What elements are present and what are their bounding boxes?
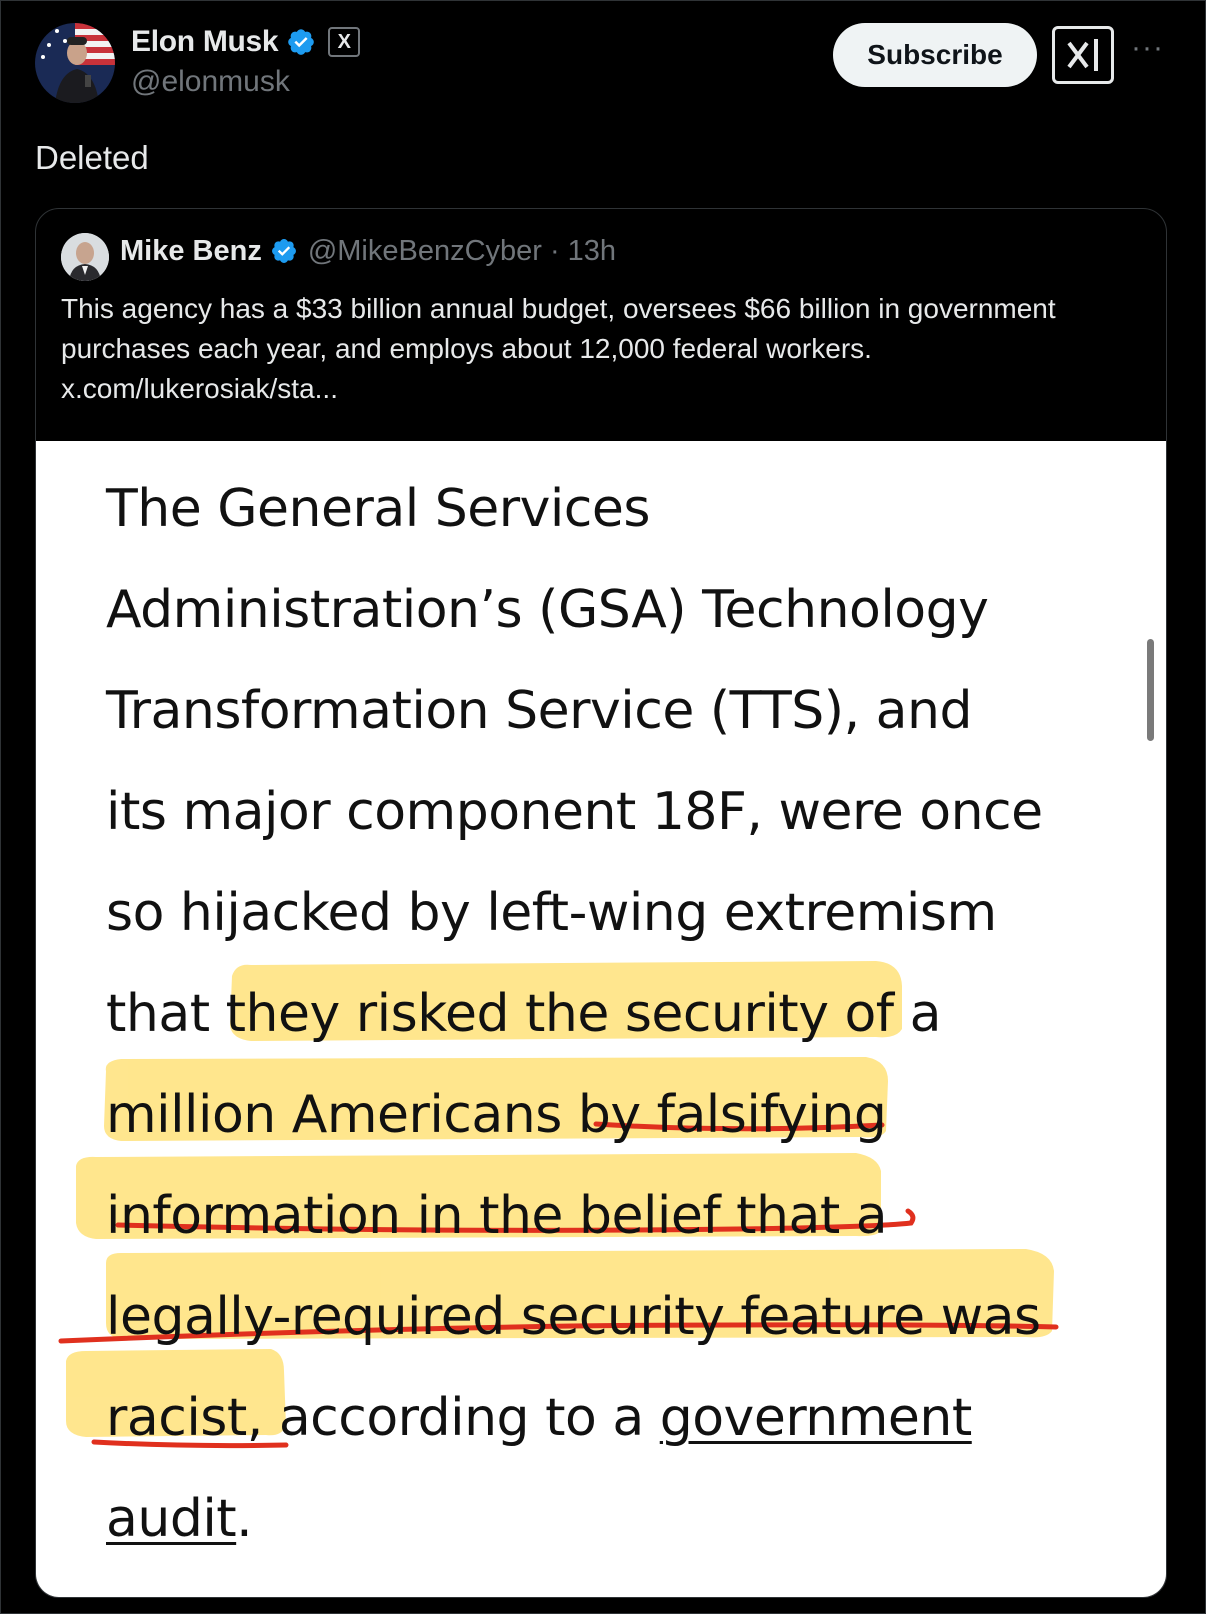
- article-line: million Americans by falsifying: [106, 1085, 887, 1145]
- article-line-prefix: racist, according to a: [106, 1388, 660, 1448]
- article-end-punct: .: [236, 1489, 253, 1549]
- article-line: information in the belief that a: [106, 1186, 888, 1246]
- quote-author-name[interactable]: Mike Benz: [120, 235, 262, 268]
- government-audit-link[interactable]: government: [660, 1388, 973, 1448]
- quote-timestamp[interactable]: 13h: [568, 235, 616, 268]
- article-line: so hijacked by left-wing extremism: [106, 883, 997, 943]
- x-affiliate-badge-icon: X: [328, 27, 361, 57]
- article-line: Administration’s (GSA) Technology: [106, 580, 989, 640]
- quote-text: This agency has a $33 billion annual bud…: [61, 293, 1056, 404]
- author-name[interactable]: Elon Musk: [131, 25, 279, 59]
- quote-author-handle[interactable]: @MikeBenzCyber: [308, 235, 542, 268]
- more-options-icon[interactable]: ···: [1131, 31, 1164, 65]
- author-handle[interactable]: @elonmusk: [131, 65, 290, 99]
- audit-link[interactable]: audit: [106, 1489, 237, 1549]
- article-excerpt: The General Services Administration’s (G…: [106, 459, 1106, 1570]
- tweet-container: Elon Musk X @elonmusk Subscribe ··· Dele…: [0, 0, 1206, 1614]
- article-line: its major component 18F, were once: [106, 782, 1043, 842]
- grok-icon[interactable]: [1052, 26, 1114, 84]
- article-line: The General Services: [106, 479, 650, 539]
- separator-dot: ·: [549, 235, 560, 267]
- post-text: Deleted: [35, 139, 149, 176]
- quote-header: Mike Benz @MikeBenzCyber · 13h: [120, 235, 616, 268]
- image-scrollbar[interactable]: [1147, 639, 1154, 741]
- article-line: that they risked the security of a: [106, 984, 942, 1044]
- article-line: legally-required security feature was: [106, 1287, 1041, 1347]
- subscribe-button[interactable]: Subscribe: [833, 23, 1037, 87]
- quoted-tweet[interactable]: Mike Benz @MikeBenzCyber · 13h This agen…: [35, 208, 1167, 1598]
- verified-badge-icon: [270, 237, 300, 267]
- article-line: audit.: [106, 1469, 1106, 1570]
- quote-attached-image[interactable]: The General Services Administration’s (G…: [36, 441, 1166, 1597]
- verified-badge-icon: [286, 27, 316, 57]
- quote-author-avatar[interactable]: [61, 233, 109, 281]
- author-avatar[interactable]: [35, 23, 115, 103]
- author-name-row: Elon Musk X: [131, 25, 361, 59]
- article-line: Transformation Service (TTS), and: [106, 681, 972, 741]
- article-line: racist, according to a government: [106, 1368, 1106, 1469]
